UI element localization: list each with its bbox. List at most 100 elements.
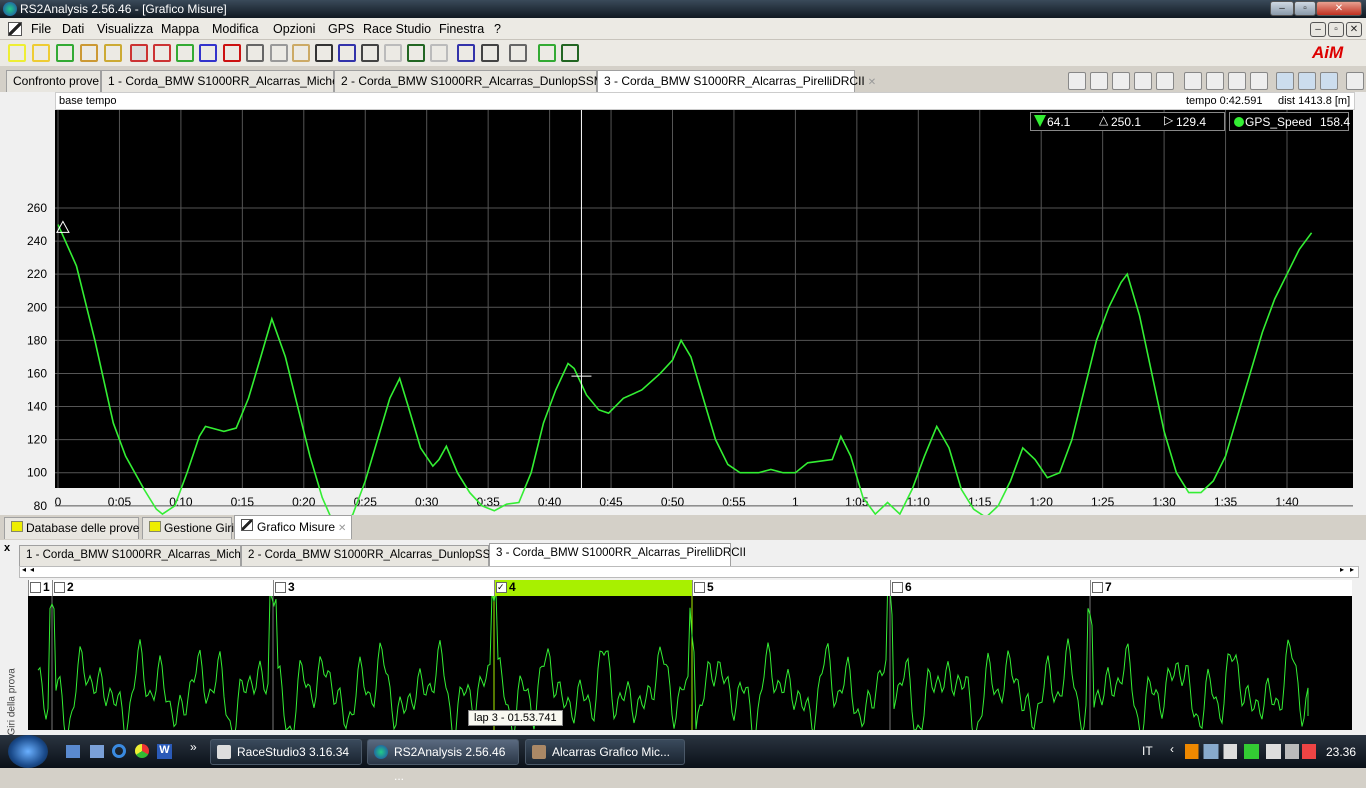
more-icon[interactable]: » <box>190 740 197 754</box>
report-icon[interactable] <box>246 44 264 62</box>
preview-icon[interactable] <box>457 44 475 62</box>
lower-tab-2[interactable]: 2 - Corda_BMW S1000RR_Alcarras_DunlopSSM… <box>241 545 514 567</box>
chrome-icon[interactable] <box>135 744 149 758</box>
lap-header-5[interactable]: 5 <box>692 580 890 596</box>
open-folder-icon[interactable] <box>8 44 26 62</box>
minimize-button[interactable]: – <box>1270 1 1294 16</box>
zoom-out-icon[interactable] <box>1156 72 1174 90</box>
lap-header-1[interactable]: 1 <box>28 580 52 596</box>
compare-icon[interactable] <box>538 44 556 62</box>
menu-visualizza[interactable]: Visualizza <box>97 22 153 36</box>
close-panel-button[interactable]: x <box>4 542 10 554</box>
split-axis-icon[interactable] <box>1298 72 1316 90</box>
start-button[interactable] <box>8 735 48 768</box>
clock[interactable]: 23.36 <box>1326 745 1356 759</box>
tab-session-2[interactable]: 2 - Corda_BMW S1000RR_Alcarras_DunlopSSM… <box>334 70 630 92</box>
tab-gestione-giri[interactable]: Gestione Giri <box>142 517 234 539</box>
menu-dati[interactable]: Dati <box>62 22 84 36</box>
tab-database-prove[interactable]: Database delle prove <box>4 517 139 539</box>
speed-chart[interactable]: 0 0:05 0:10 0:15 0:20 0:25 0:30 0:35 0:40 0:45 0:5… <box>0 110 1366 515</box>
word-icon[interactable]: W <box>157 744 172 759</box>
clock-icon[interactable] <box>1184 72 1202 90</box>
lower-tab-3[interactable]: 3 - Corda_BMW S1000RR_Alcarras_PirelliDR… <box>489 543 746 567</box>
channel-legend[interactable]: GPS_Speed 158.4 <box>1229 112 1350 131</box>
zoom-in-icon[interactable] <box>1090 72 1108 90</box>
menu-help[interactable]: ? <box>494 22 501 36</box>
graph-edit-icon[interactable] <box>130 44 148 62</box>
close-tab-icon[interactable]: ✕ <box>338 523 346 534</box>
horizontal-scrollbar[interactable]: ◂ ◂ ▸ ▸ <box>19 565 1359 578</box>
task-racestudio[interactable]: RaceStudio3 3.16.34 <box>210 739 362 765</box>
scroll-right-icon[interactable]: ▸ <box>1340 565 1344 574</box>
close-button[interactable]: ✕ <box>1316 1 1362 16</box>
scroll-left-icon[interactable]: ◂ <box>22 565 26 574</box>
lap-header-4[interactable]: ✓ 4 <box>494 580 692 596</box>
import-icon[interactable] <box>80 44 98 62</box>
lap-header-6[interactable]: 6 <box>890 580 1090 596</box>
lap-checkbox[interactable] <box>1092 582 1103 593</box>
menu-modifica[interactable]: Modifica <box>212 22 259 36</box>
scroll-left-icon[interactable]: ◂ <box>30 565 34 574</box>
download-icon[interactable] <box>56 44 74 62</box>
task-rs2analysis[interactable]: RS2Analysis 2.56.46 ... <box>367 739 519 783</box>
lap-checkbox[interactable] <box>30 582 41 593</box>
show-hidden-icons[interactable]: ‹ <box>1170 742 1174 756</box>
lap-checkbox[interactable] <box>275 582 286 593</box>
menu-finestra[interactable]: Finestra <box>439 22 484 36</box>
lap-checkbox[interactable] <box>694 582 705 593</box>
menu-mappa[interactable]: Mappa <box>161 22 199 36</box>
lower-tab-1[interactable]: 1 - Corda_BMW S1000RR_Alcarras_Michelin <box>19 545 259 567</box>
menu-race-studio[interactable]: Race Studio <box>363 22 431 36</box>
tray-icons[interactable] <box>1185 744 1259 759</box>
color-fill-icon[interactable] <box>1250 72 1268 90</box>
lap-header-7[interactable]: 7 <box>1090 580 1352 596</box>
curve-icon[interactable] <box>153 44 171 62</box>
task-alcarras[interactable]: Alcarras Grafico Mic... <box>525 739 685 765</box>
multi-axis-icon[interactable] <box>1320 72 1338 90</box>
xy-graph-icon[interactable] <box>176 44 194 62</box>
lap-header-3[interactable]: 3 <box>273 580 494 596</box>
tab-session-3[interactable]: 3 - Corda_BMW S1000RR_Alcarras_PirelliDR… <box>597 70 876 92</box>
zoom-20-icon[interactable] <box>1068 72 1086 90</box>
lap-checkbox[interactable] <box>54 582 65 593</box>
switch-windows-icon[interactable] <box>90 745 104 758</box>
settings-wrench-icon[interactable] <box>1346 72 1364 90</box>
tab-session-1[interactable]: 1 - Corda_BMW S1000RR_Alcarras_Michelin✕ <box>101 70 362 92</box>
tab-confronto-prove[interactable]: Confronto prove <box>6 70 101 92</box>
map-icon[interactable] <box>430 44 448 62</box>
menu-opzioni[interactable]: Opzioni <box>273 22 315 36</box>
track-map-icon[interactable] <box>1228 72 1246 90</box>
table-icon[interactable] <box>270 44 288 62</box>
pen-icon[interactable] <box>338 44 356 62</box>
laps-overview-chart[interactable] <box>28 596 1352 730</box>
lap-checkbox[interactable]: ✓ <box>496 582 507 593</box>
time-distance-icon[interactable] <box>1206 72 1224 90</box>
language-indicator[interactable]: IT <box>1142 744 1153 758</box>
print-icon[interactable] <box>481 44 499 62</box>
lap-checkbox[interactable] <box>892 582 903 593</box>
help-icon[interactable] <box>104 44 122 62</box>
open-file-icon[interactable] <box>32 44 50 62</box>
mdi-minimize-button[interactable]: – <box>1310 22 1326 37</box>
scroll-up-icon[interactable] <box>1112 72 1130 90</box>
histogram-icon[interactable] <box>223 44 241 62</box>
gps-icon[interactable] <box>199 44 217 62</box>
track-icon[interactable] <box>384 44 402 62</box>
film-icon[interactable] <box>407 44 425 62</box>
lap-header-2[interactable]: 2 <box>52 580 273 596</box>
close-tab-icon[interactable]: ✕ <box>868 77 876 88</box>
scroll-down-icon[interactable] <box>1134 72 1152 90</box>
ie-icon[interactable] <box>112 744 126 758</box>
mdi-restore-button[interactable]: ▫ <box>1328 22 1344 37</box>
menu-file[interactable]: File <box>31 22 51 36</box>
tab-grafico-misure[interactable]: Grafico Misure ✕ <box>234 515 352 539</box>
channel-icon[interactable] <box>361 44 379 62</box>
menu-gps[interactable]: GPS <box>328 22 354 36</box>
system-icons[interactable] <box>1266 744 1316 759</box>
gauge-icon[interactable] <box>315 44 333 62</box>
split-icon[interactable] <box>292 44 310 62</box>
mdi-close-button[interactable]: ✕ <box>1346 22 1362 37</box>
single-axis-icon[interactable] <box>1276 72 1294 90</box>
show-desktop-icon[interactable] <box>66 745 80 758</box>
math-icon[interactable] <box>509 44 527 62</box>
